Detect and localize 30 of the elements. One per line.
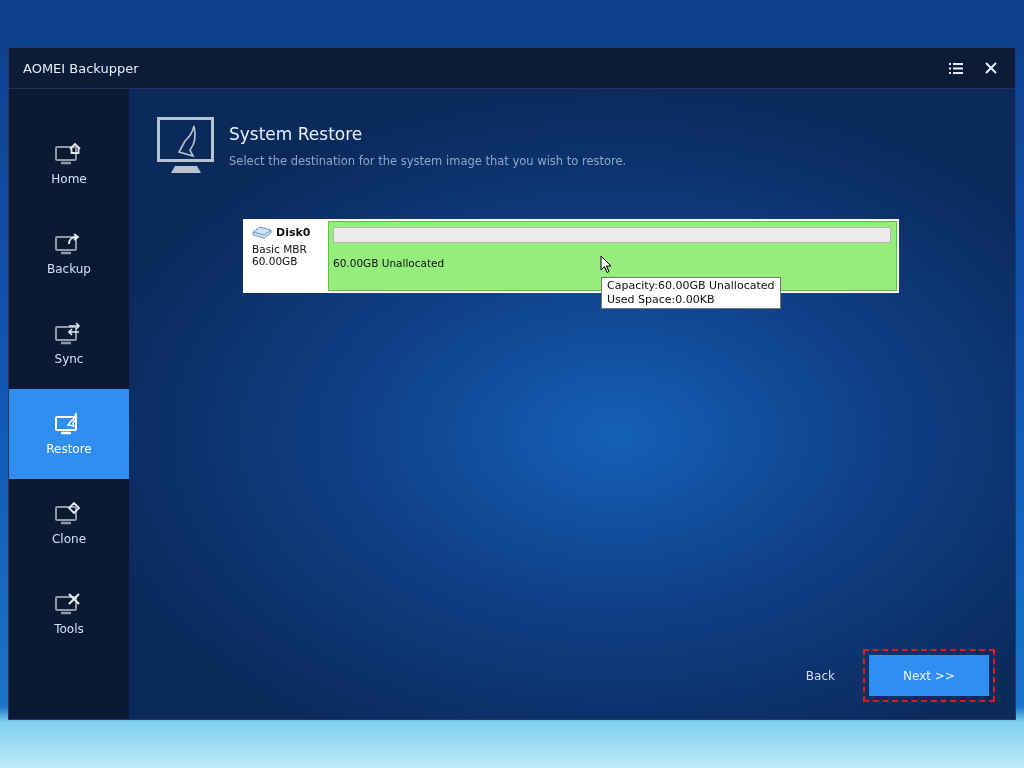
partition-label: 60.00GB Unallocated (333, 257, 445, 269)
sidebar-item[interactable]: Tools (9, 569, 129, 659)
window-title: AOMEI Backupper (23, 60, 140, 76)
sidebar-item[interactable]: Backup (9, 209, 129, 299)
disk-icon (252, 226, 272, 239)
close-icon (985, 62, 997, 74)
page-title: System Restore (229, 124, 364, 144)
menu-icon (949, 62, 963, 74)
monitor-home-icon (55, 142, 83, 166)
sidebar-label: Clone (51, 532, 86, 546)
monitor-sync-icon (55, 322, 83, 346)
sidebar-item[interactable]: Sync (9, 299, 129, 389)
monitor-restore-icon (157, 117, 215, 175)
sidebar-label: Sync (54, 352, 84, 366)
monitor-clone-icon (55, 502, 83, 526)
sidebar-item[interactable]: Home (9, 119, 129, 209)
page-subtitle: Select the destination for the system image that you wish to restore. (229, 154, 627, 168)
sidebar-label: Backup (47, 262, 91, 276)
sidebar-label: Home (51, 172, 87, 186)
cursor-icon (600, 255, 612, 274)
disk-size: 60.00GB (252, 255, 299, 267)
monitor-tools-icon (55, 592, 83, 616)
tooltip-line: Used Space:0.00KB (607, 293, 716, 307)
tooltip-line: Capacity:60.00GB Unallocated (607, 279, 775, 293)
back-button[interactable]: Back (799, 667, 841, 684)
sidebar-label: Tools (54, 622, 84, 636)
disk-type: Basic MBR (252, 243, 308, 255)
sidebar-item[interactable]: Clone (9, 479, 129, 569)
disk-name: Disk0 (276, 226, 311, 239)
sidebar-label: Restore (46, 442, 92, 456)
